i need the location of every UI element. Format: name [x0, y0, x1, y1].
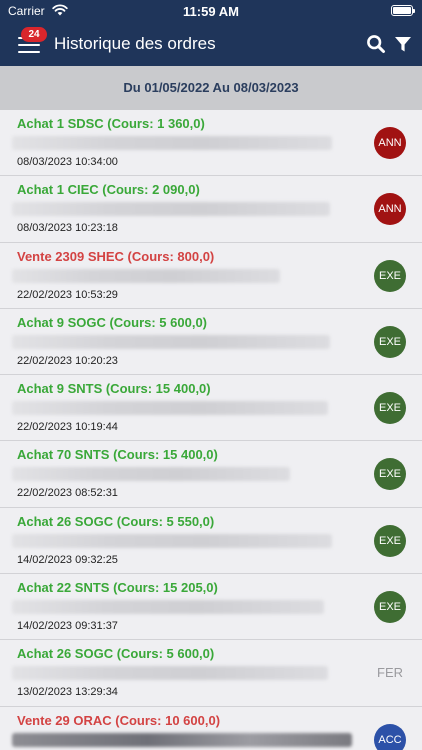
order-date: 08/03/2023 10:23:18 [17, 222, 118, 235]
order-title: Achat 26 SOGC (Cours: 5 600,0) [17, 646, 215, 662]
order-title: Achat 1 SDSC (Cours: 1 360,0) [17, 116, 205, 131]
battery-icon [391, 5, 415, 16]
order-title: Achat 70 SNTS (Cours: 15 400,0) [17, 447, 218, 463]
order-title: Vente 29 ORAC (Cours: 10 600,0) [17, 712, 221, 728]
order-title: Achat 9 SOGC (Cours: 5 600,0) [17, 314, 207, 330]
order-row[interactable]: Achat 9 SNTS (Cours: 15 400,0) 22/02/202… [0, 375, 422, 442]
order-date: 22/02/2023 08:52:31 [17, 487, 118, 500]
order-date: 22/02/2023 10:53:29 [17, 288, 118, 301]
order-date: 14/02/2023 09:32:25 [17, 553, 118, 566]
status-badge: EXE [374, 458, 406, 491]
status-badge: EXE [374, 392, 406, 425]
order-row[interactable]: Achat 70 SNTS (Cours: 15 400,0) 22/02/20… [0, 441, 422, 508]
status-badge: EXE [374, 524, 406, 557]
order-row[interactable]: Achat 26 SOGC (Cours: 5 600,0) 13/02/202… [0, 640, 422, 707]
page-title: Historique des ordres [54, 34, 216, 53]
orders-list: Achat 1 SDSC (Cours: 1 360,0) 08/03/2023… [0, 110, 422, 750]
order-title: Vente 2309 SHEC (Cours: 800,0) [17, 248, 215, 264]
status-badge: EXE [374, 325, 406, 358]
redacted-account-info [12, 334, 330, 349]
status-badge: EXE [374, 591, 406, 624]
status-badge: ACC [374, 723, 406, 750]
order-row[interactable]: Achat 22 SNTS (Cours: 15 205,0) 14/02/20… [0, 574, 422, 641]
notification-badge: 24 [21, 27, 47, 42]
status-badge: ANN [374, 127, 406, 159]
status-badge: FER [377, 665, 403, 681]
redacted-account-info [12, 600, 324, 615]
order-date: 22/02/2023 10:20:23 [17, 354, 118, 367]
status-badge: ANN [374, 193, 406, 226]
order-title: Achat 22 SNTS (Cours: 15 205,0) [17, 580, 218, 596]
filter-icon[interactable] [394, 35, 412, 53]
redacted-account-info [12, 268, 280, 283]
status-badge: EXE [374, 259, 406, 292]
date-range-header: Du 01/05/2022 Au 08/03/2023 [0, 66, 422, 110]
clock: 11:59 AM [183, 4, 239, 19]
order-row[interactable]: Achat 26 SOGC (Cours: 5 550,0) 14/02/202… [0, 507, 422, 575]
order-row[interactable]: Achat 9 SOGC (Cours: 5 600,0) 22/02/2023… [0, 308, 422, 376]
order-row[interactable]: Vente 29 ORAC (Cours: 10 600,0) ACC [0, 706, 422, 750]
order-title: Achat 9 SNTS (Cours: 15 400,0) [17, 381, 211, 397]
order-title: Achat 1 CIEC (Cours: 2 090,0) [17, 182, 200, 198]
redacted-account-info [12, 732, 352, 747]
redacted-account-info [12, 467, 290, 482]
search-icon[interactable] [366, 34, 386, 54]
redacted-account-info [12, 401, 328, 416]
order-date: 08/03/2023 10:34:00 [17, 156, 118, 168]
order-title: Achat 26 SOGC (Cours: 5 550,0) [17, 513, 215, 529]
navigation-bar: 24 Historique des ordres [0, 22, 422, 66]
order-row[interactable]: Achat 1 SDSC (Cours: 1 360,0) 08/03/2023… [0, 110, 422, 177]
redacted-account-info [12, 136, 332, 150]
order-date: 22/02/2023 10:19:44 [17, 421, 118, 434]
redacted-account-info [12, 666, 328, 681]
redacted-account-info [12, 533, 332, 548]
order-date: 13/02/2023 13:29:34 [17, 686, 118, 699]
redacted-account-info [12, 202, 330, 217]
order-row[interactable]: Vente 2309 SHEC (Cours: 800,0) 22/02/202… [0, 242, 422, 309]
order-row[interactable]: Achat 1 CIEC (Cours: 2 090,0) 08/03/2023… [0, 176, 422, 243]
status-bar: Carrier 11:59 AM [0, 0, 422, 22]
order-date: 14/02/2023 09:31:37 [17, 620, 118, 633]
